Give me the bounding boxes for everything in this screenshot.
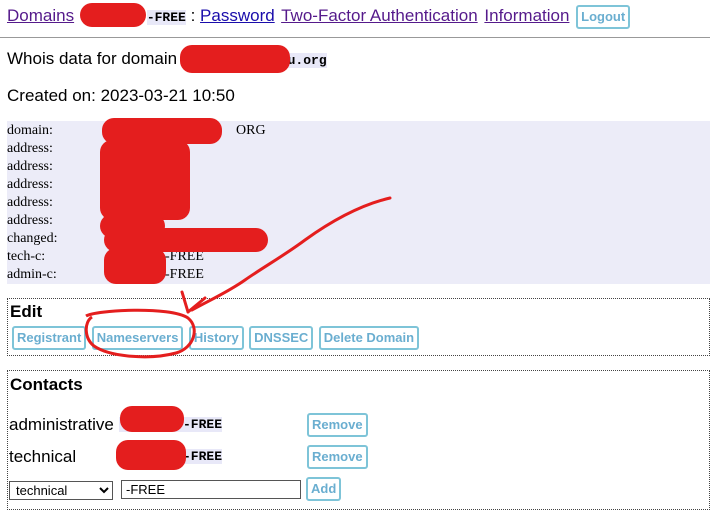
annotation-arrow-icon [84,196,392,359]
